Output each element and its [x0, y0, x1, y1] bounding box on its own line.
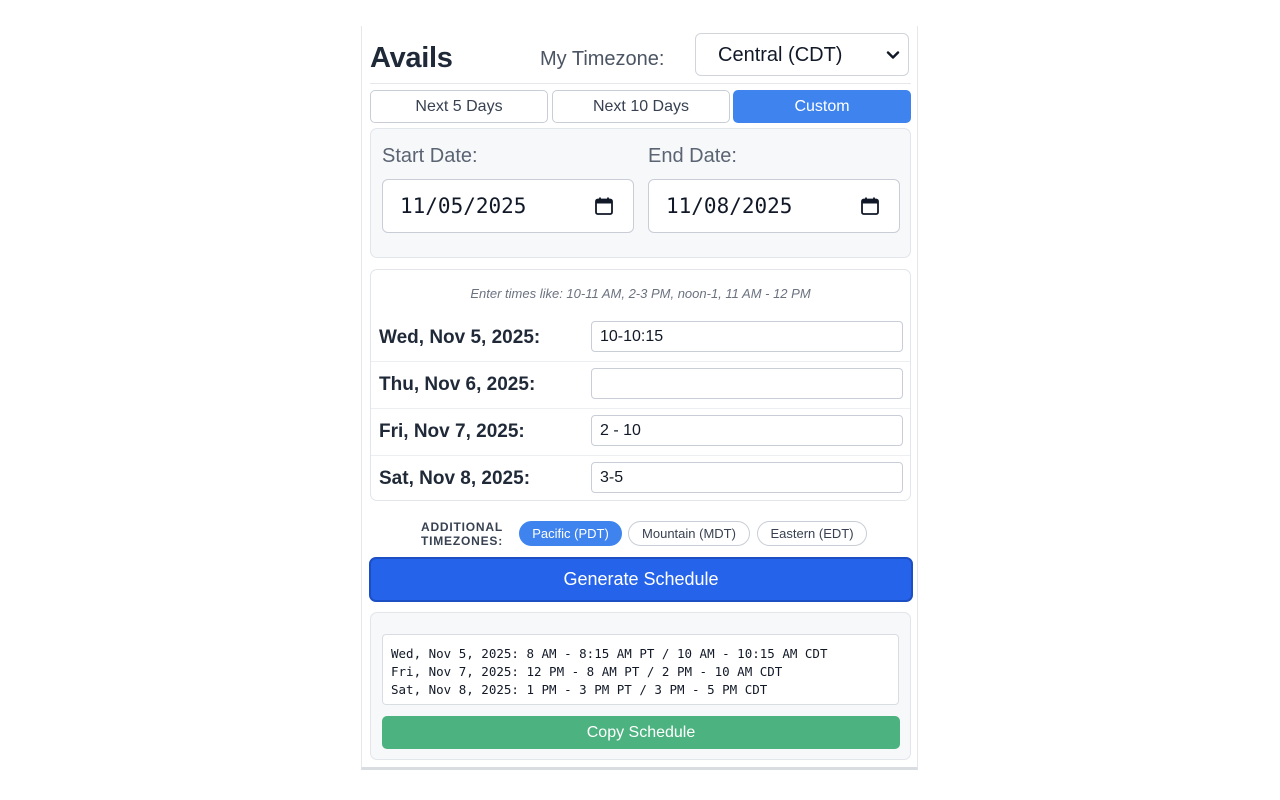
day-time-value: 3-5 — [600, 469, 624, 486]
day-time-input[interactable] — [591, 368, 903, 399]
date-range-card: Start Date: 11/05/2025 End Date: 11/08/2… — [370, 128, 911, 258]
avails-panel: Avails My Timezone: Central (CDT) Next 5… — [361, 26, 918, 770]
day-time-value: 10-10:15 — [600, 328, 664, 345]
day-label: Thu, Nov 6, 2025: — [379, 374, 536, 395]
day-row: Sat, Nov 8, 2025: 3-5 — [371, 455, 910, 502]
calendar-icon[interactable] — [594, 196, 614, 216]
day-label: Fri, Nov 7, 2025: — [379, 421, 525, 442]
chip-eastern[interactable]: Eastern (EDT) — [757, 521, 867, 546]
tab-next-10-days[interactable]: Next 10 Days — [552, 90, 730, 123]
timezone-select-value: Central (CDT) — [718, 44, 843, 66]
header: Avails My Timezone: Central (CDT) — [370, 32, 910, 84]
day-time-input[interactable]: 10-10:15 — [591, 321, 903, 352]
calendar-icon[interactable] — [860, 196, 880, 216]
additional-timezones-label-line2: TIMEZONES: — [421, 534, 503, 548]
timezone-select[interactable]: Central (CDT) — [695, 33, 909, 76]
schedule-line: Fri, Nov 7, 2025: 12 PM - 8 AM PT / 2 PM… — [391, 664, 783, 679]
day-label: Wed, Nov 5, 2025: — [379, 327, 541, 348]
schedule-line: Wed, Nov 5, 2025: 8 AM - 8:15 AM PT / 10… — [391, 646, 828, 661]
schedule-output[interactable]: Wed, Nov 5, 2025: 8 AM - 8:15 AM PT / 10… — [382, 634, 899, 705]
additional-timezones: ADDITIONAL TIMEZONES: Pacific (PDT) Moun… — [370, 516, 911, 552]
times-card: Enter times like: 10-11 AM, 2-3 PM, noon… — [370, 269, 911, 501]
chip-pacific[interactable]: Pacific (PDT) — [519, 521, 622, 546]
additional-timezones-label: ADDITIONAL TIMEZONES: — [414, 520, 510, 548]
time-format-hint: Enter times like: 10-11 AM, 2-3 PM, noon… — [470, 286, 811, 301]
generate-schedule-button[interactable]: Generate Schedule — [369, 557, 913, 602]
day-row: Wed, Nov 5, 2025: 10-10:15 — [371, 315, 910, 362]
schedule-line: Sat, Nov 8, 2025: 1 PM - 3 PM PT / 3 PM … — [391, 682, 768, 697]
app-title: Avails — [370, 42, 453, 74]
copy-schedule-button[interactable]: Copy Schedule — [382, 716, 900, 749]
timezone-label: My Timezone: — [540, 48, 665, 70]
tab-next-5-days[interactable]: Next 5 Days — [370, 90, 548, 123]
range-tabs: Next 5 Days Next 10 Days Custom — [370, 90, 911, 123]
day-time-value: 2 - 10 — [600, 422, 641, 439]
start-date-label: Start Date: — [382, 145, 478, 167]
day-label: Sat, Nov 8, 2025: — [379, 468, 531, 489]
start-date-input[interactable]: 11/05/2025 — [382, 179, 634, 233]
day-time-input[interactable]: 2 - 10 — [591, 415, 903, 446]
tab-custom[interactable]: Custom — [733, 90, 911, 123]
header-divider — [370, 83, 911, 84]
day-time-input[interactable]: 3-5 — [591, 462, 903, 493]
end-date-value: 11/08/2025 — [666, 194, 793, 218]
end-date-label: End Date: — [648, 145, 737, 167]
chip-mountain[interactable]: Mountain (MDT) — [628, 521, 750, 546]
schedule-output-card: Wed, Nov 5, 2025: 8 AM - 8:15 AM PT / 10… — [370, 612, 911, 760]
day-row: Fri, Nov 7, 2025: 2 - 10 — [371, 408, 910, 455]
end-date-input[interactable]: 11/08/2025 — [648, 179, 900, 233]
day-row: Thu, Nov 6, 2025: — [371, 361, 910, 408]
chevron-down-icon — [886, 51, 900, 59]
start-date-value: 11/05/2025 — [400, 194, 527, 218]
additional-timezones-label-line1: ADDITIONAL — [421, 520, 503, 534]
